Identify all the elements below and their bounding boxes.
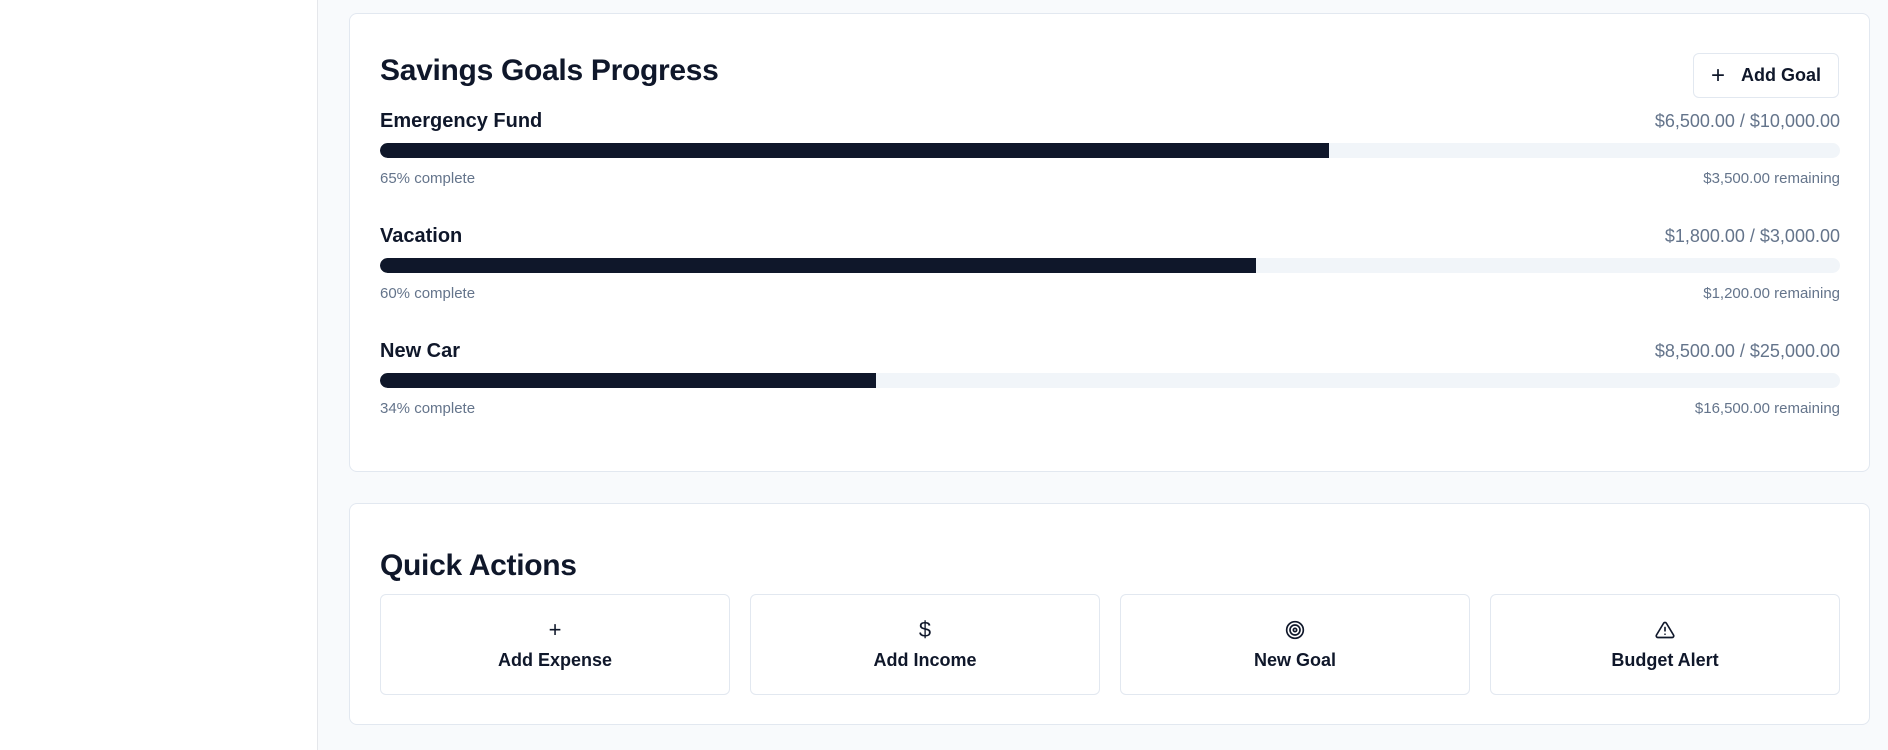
goal-progress-track (380, 258, 1840, 273)
savings-goals-card: Savings Goals Progress + Add Goal Emerge… (349, 13, 1870, 472)
goal-item-new-car: New Car $8,500.00 / $25,000.00 34% compl… (380, 340, 1840, 420)
goal-item-emergency-fund: Emergency Fund $6,500.00 / $10,000.00 65… (380, 110, 1840, 190)
plus-icon: + (548, 617, 562, 642)
goal-amount: $6,500.00 / $10,000.00 (1654, 111, 1840, 131)
goal-progress-fill (380, 373, 877, 388)
goal-amount: $1,800.00 / $3,000.00 (1664, 226, 1840, 246)
goal-name: Emergency Fund (380, 110, 543, 132)
quick-actions-grid: + Add Expense $ Add Income New Goal Budg… (380, 594, 1840, 695)
goal-name: Vacation (380, 225, 463, 247)
add-income-button[interactable]: $ Add Income (750, 594, 1100, 695)
add-goal-button[interactable]: + Add Goal (1693, 53, 1839, 98)
add-goal-label: Add Goal (1741, 65, 1821, 85)
sidebar (0, 0, 318, 750)
goal-percent-complete: 34% complete (380, 400, 476, 417)
target-icon (1285, 618, 1305, 642)
goal-progress-fill (380, 143, 1329, 158)
dollar-icon: $ (918, 617, 932, 642)
budget-alert-button[interactable]: Budget Alert (1490, 594, 1840, 695)
alert-triangle-icon (1655, 618, 1675, 642)
plus-icon: + (1710, 61, 1725, 89)
action-label: Add Expense (497, 650, 613, 670)
goal-remaining: $1,200.00 remaining (1703, 285, 1840, 302)
quick-actions-card: Quick Actions + Add Expense $ Add Income (349, 503, 1870, 725)
goal-item-vacation: Vacation $1,800.00 / $3,000.00 60% compl… (380, 225, 1840, 305)
goal-progress-track (380, 143, 1840, 158)
goal-progress-track (380, 373, 1840, 388)
new-goal-button[interactable]: New Goal (1120, 594, 1470, 695)
goal-name: New Car (380, 340, 461, 362)
goal-remaining: $16,500.00 remaining (1694, 400, 1840, 417)
add-expense-button[interactable]: + Add Expense (380, 594, 730, 695)
action-label: Budget Alert (1611, 650, 1719, 670)
goal-progress-fill (380, 258, 1256, 273)
main-content: Savings Goals Progress + Add Goal Emerge… (318, 0, 1888, 750)
goal-remaining: $3,500.00 remaining (1703, 170, 1840, 187)
action-label: Add Income (873, 650, 977, 670)
quick-actions-title: Quick Actions (380, 549, 577, 582)
action-label: New Goal (1253, 650, 1337, 670)
goal-percent-complete: 65% complete (380, 170, 476, 187)
goal-percent-complete: 60% complete (380, 285, 476, 302)
savings-goals-title: Savings Goals Progress (380, 54, 719, 87)
goal-amount: $8,500.00 / $25,000.00 (1654, 341, 1840, 361)
